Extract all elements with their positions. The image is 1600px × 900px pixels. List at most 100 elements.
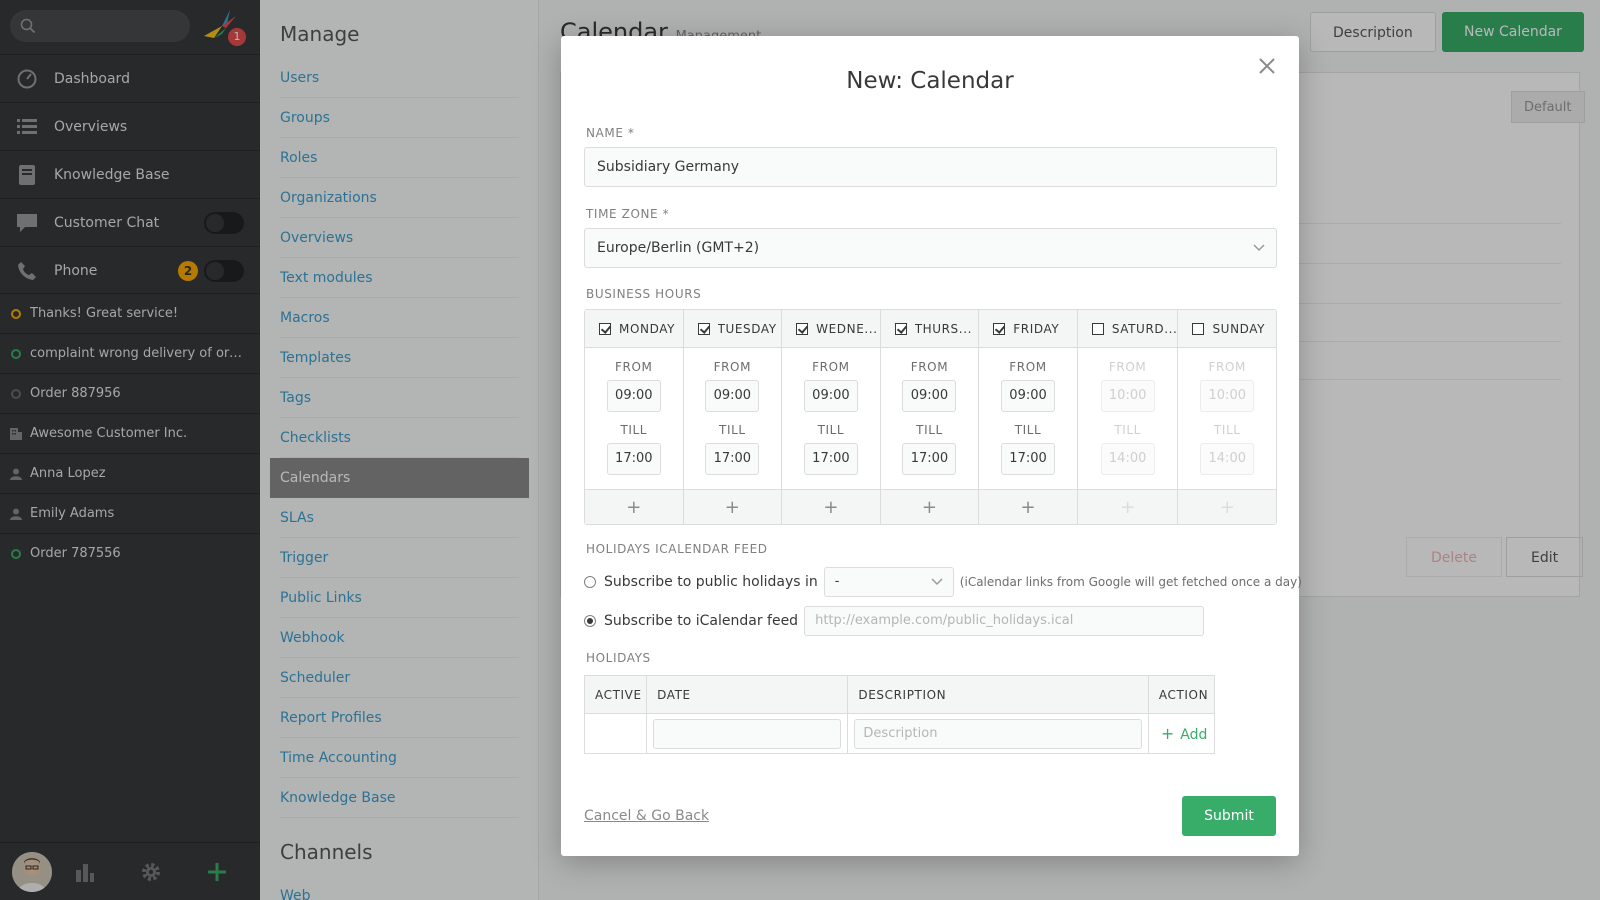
day-name: FRIDAY	[1013, 321, 1060, 336]
add-hours-button[interactable]: +	[782, 489, 880, 524]
add-hours-button[interactable]: +	[585, 489, 683, 524]
day-checkbox[interactable]	[697, 322, 710, 335]
day-checkbox[interactable]	[894, 322, 907, 335]
business-hours-grid: MONDAY FROM 09:00 TILL 17:00 + TUESDAY F…	[584, 309, 1277, 525]
description-input[interactable]: Description	[854, 718, 1142, 749]
till-time-input[interactable]: 17:00	[803, 443, 858, 475]
day-column-saturday: SATURD... FROM 10:00 TILL 14:00 +	[1077, 310, 1179, 524]
from-label: FROM	[910, 360, 949, 374]
name-input[interactable]: Subsidiary Germany	[584, 147, 1277, 187]
day-header[interactable]: SATURD...	[1077, 310, 1178, 348]
add-hours-button[interactable]: +	[683, 489, 782, 524]
from-time-input[interactable]: 10:00	[1200, 380, 1255, 412]
till-label: TILL	[1213, 423, 1241, 437]
timezone-value: Europe/Berlin (GMT+2)	[597, 240, 760, 256]
day-header[interactable]: SUNDAY	[1178, 310, 1277, 348]
day-header[interactable]: THURS...	[880, 310, 979, 348]
day-name: SATURD...	[1111, 321, 1178, 336]
day-checkbox[interactable]	[993, 322, 1006, 335]
holidays-label: Holidays	[586, 651, 651, 665]
add-holiday-button[interactable]: + Add	[1155, 724, 1208, 743]
add-hours-button[interactable]: +	[1178, 489, 1277, 524]
holidays-table: ACTIVE DATE DESCRIPTION ACTION Descripti…	[583, 675, 1216, 754]
column-header-active: ACTIVE	[583, 675, 648, 714]
till-label: TILL	[1014, 423, 1042, 437]
close-icon[interactable]	[1257, 56, 1277, 76]
column-header-action: ACTION	[1147, 675, 1216, 714]
till-label: TILL	[620, 423, 648, 437]
timezone-select[interactable]: Europe/Berlin (GMT+2)	[584, 228, 1277, 268]
action-cell: + Add	[1147, 713, 1216, 754]
day-column-sunday: SUNDAY FROM 10:00 TILL 14:00 +	[1178, 310, 1277, 524]
add-hours-button[interactable]: +	[979, 489, 1077, 524]
from-time-input[interactable]: 09:00	[705, 380, 760, 412]
country-select[interactable]: -	[823, 567, 954, 597]
ical-feed-radio[interactable]	[584, 615, 596, 627]
chevron-down-icon	[1253, 244, 1265, 252]
day-checkbox[interactable]	[1091, 322, 1104, 335]
day-header[interactable]: WEDNE...	[782, 310, 880, 348]
from-time-input[interactable]: 09:00	[606, 380, 661, 412]
day-name: WEDNE...	[816, 321, 878, 336]
country-select-value: -	[834, 574, 840, 589]
chevron-down-icon	[931, 578, 943, 586]
table-row: Description + Add	[583, 713, 1216, 754]
till-label: TILL	[916, 423, 943, 437]
submit-button[interactable]: Submit	[1182, 796, 1276, 836]
add-hours-button[interactable]: +	[1077, 489, 1178, 524]
till-label: TILL	[1114, 423, 1141, 437]
public-holidays-hint: (iCalendar links from Google will get fe…	[959, 575, 1302, 589]
ical-url-input[interactable]: http://example.com/public_holidays.ical	[804, 606, 1205, 636]
add-hours-button[interactable]: +	[880, 489, 979, 524]
day-column-wednesday: WEDNE... FROM 09:00 TILL 17:00 +	[782, 310, 881, 524]
day-column-thursday: THURS... FROM 09:00 TILL 17:00 +	[880, 310, 980, 524]
date-cell	[646, 713, 849, 754]
public-holidays-option[interactable]: Subscribe to public holidays in - (iCale…	[584, 567, 1302, 597]
day-column-monday: MONDAY FROM 09:00 TILL 17:00 +	[585, 310, 684, 524]
from-label: FROM	[1208, 360, 1246, 374]
till-time-input[interactable]: 17:00	[606, 443, 661, 475]
column-header-description: DESCRIPTION	[847, 675, 1149, 714]
day-header[interactable]: FRIDAY	[979, 310, 1077, 348]
from-time-input[interactable]: 09:00	[1001, 380, 1056, 412]
day-checkbox[interactable]	[796, 322, 809, 335]
day-checkbox[interactable]	[1192, 322, 1205, 335]
description-cell: Description	[847, 713, 1149, 754]
add-holiday-label: Add	[1180, 727, 1208, 743]
name-label: Name *	[586, 126, 635, 140]
day-column-tuesday: TUESDAY FROM 09:00 TILL 17:00 +	[683, 310, 783, 524]
till-time-input[interactable]: 14:00	[1200, 443, 1255, 475]
table-header-row: ACTIVE DATE DESCRIPTION ACTION	[583, 675, 1216, 714]
active-cell	[583, 713, 648, 754]
till-time-input[interactable]: 14:00	[1100, 443, 1155, 475]
cancel-link[interactable]: Cancel & Go Back	[584, 808, 709, 824]
from-time-input[interactable]: 09:00	[803, 380, 858, 412]
till-time-input[interactable]: 17:00	[705, 443, 760, 475]
day-header[interactable]: MONDAY	[585, 310, 683, 348]
day-header[interactable]: TUESDAY	[683, 310, 782, 348]
day-name: MONDAY	[619, 321, 676, 336]
plus-icon: +	[1160, 724, 1175, 743]
day-name: THURS...	[914, 321, 973, 336]
till-label: TILL	[719, 423, 746, 437]
till-time-input[interactable]: 17:00	[1001, 443, 1056, 475]
till-label: TILL	[817, 423, 845, 437]
public-holidays-label: Subscribe to public holidays in	[604, 574, 818, 590]
date-input[interactable]	[653, 718, 842, 749]
from-time-input[interactable]: 09:00	[902, 380, 957, 412]
ical-feed-label: Holidays iCalendar Feed	[586, 542, 768, 556]
day-checkbox[interactable]	[599, 322, 611, 335]
column-header-date: DATE	[646, 675, 849, 714]
from-time-input[interactable]: 10:00	[1100, 380, 1155, 412]
ical-feed-option[interactable]: Subscribe to iCalendar feed http://examp…	[584, 606, 1205, 636]
modal-title: New: Calendar	[846, 68, 1014, 94]
from-label: FROM	[1108, 360, 1147, 374]
from-label: FROM	[812, 360, 850, 374]
new-calendar-modal: New: Calendar Name * Subsidiary Germany …	[561, 36, 1302, 856]
public-holidays-radio[interactable]	[584, 576, 596, 588]
from-label: FROM	[1009, 360, 1047, 374]
day-name: SUNDAY	[1212, 321, 1266, 336]
day-column-friday: FRIDAY FROM 09:00 TILL 17:00 +	[979, 310, 1078, 524]
till-time-input[interactable]: 17:00	[902, 443, 957, 475]
day-name: TUESDAY	[717, 321, 777, 336]
